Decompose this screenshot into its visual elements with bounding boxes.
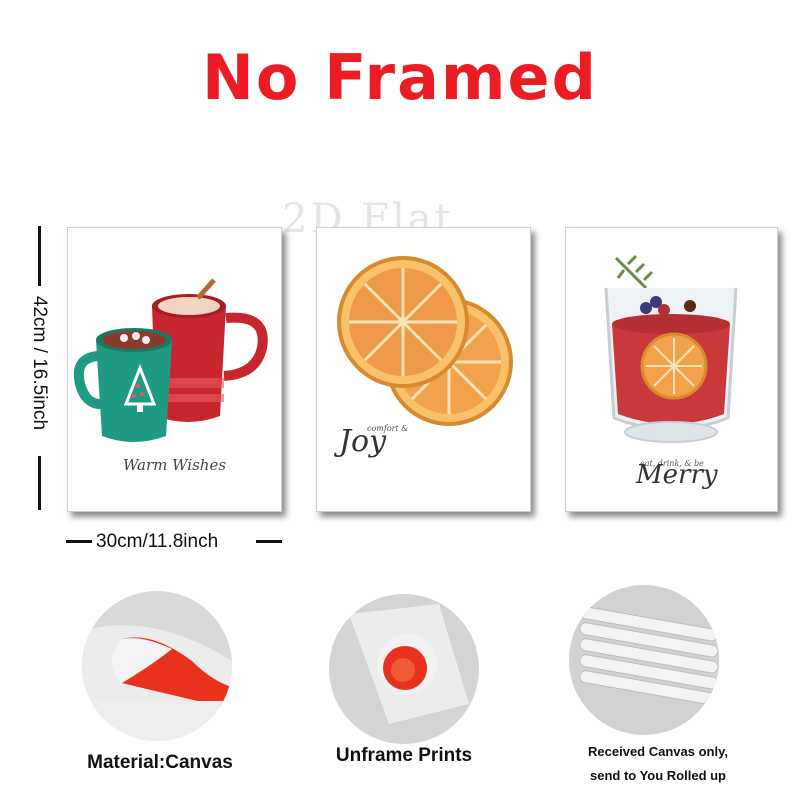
width-bar-left bbox=[66, 540, 92, 543]
canvas-material-photo bbox=[82, 591, 232, 741]
rolled-canvas-photo bbox=[569, 585, 719, 735]
feature-material-label: Material:Canvas bbox=[87, 752, 233, 773]
unframed-roll-photo bbox=[329, 594, 479, 744]
height-bar-bottom bbox=[38, 456, 41, 510]
print-be-merry: eat, drink, & be Merry bbox=[565, 227, 778, 512]
feature-rolled-line1: Received Canvas only, bbox=[588, 744, 728, 759]
height-bar-top bbox=[38, 226, 41, 286]
print-comfort-joy: comfort & Joy bbox=[316, 227, 531, 512]
headline: No Framed bbox=[202, 41, 598, 114]
height-label: 42cm / 16.5inch bbox=[29, 295, 50, 431]
feature-rolled-label: Received Canvas only, send to You Rolled… bbox=[558, 740, 758, 788]
print-caption-joy: Joy bbox=[339, 424, 387, 459]
width-label: 30cm/11.8inch bbox=[96, 531, 219, 552]
print-warm-wishes: Warm Wishes bbox=[67, 227, 282, 512]
print-caption-warm-wishes: Warm Wishes bbox=[122, 456, 227, 474]
feature-rolled-line2: send to You Rolled up bbox=[589, 768, 727, 783]
print-caption-merry: Merry bbox=[636, 460, 718, 490]
orange-slices-illustration bbox=[337, 256, 513, 426]
feature-unframed-label: Unframe Prints bbox=[335, 745, 473, 766]
width-bar-right bbox=[256, 540, 282, 543]
